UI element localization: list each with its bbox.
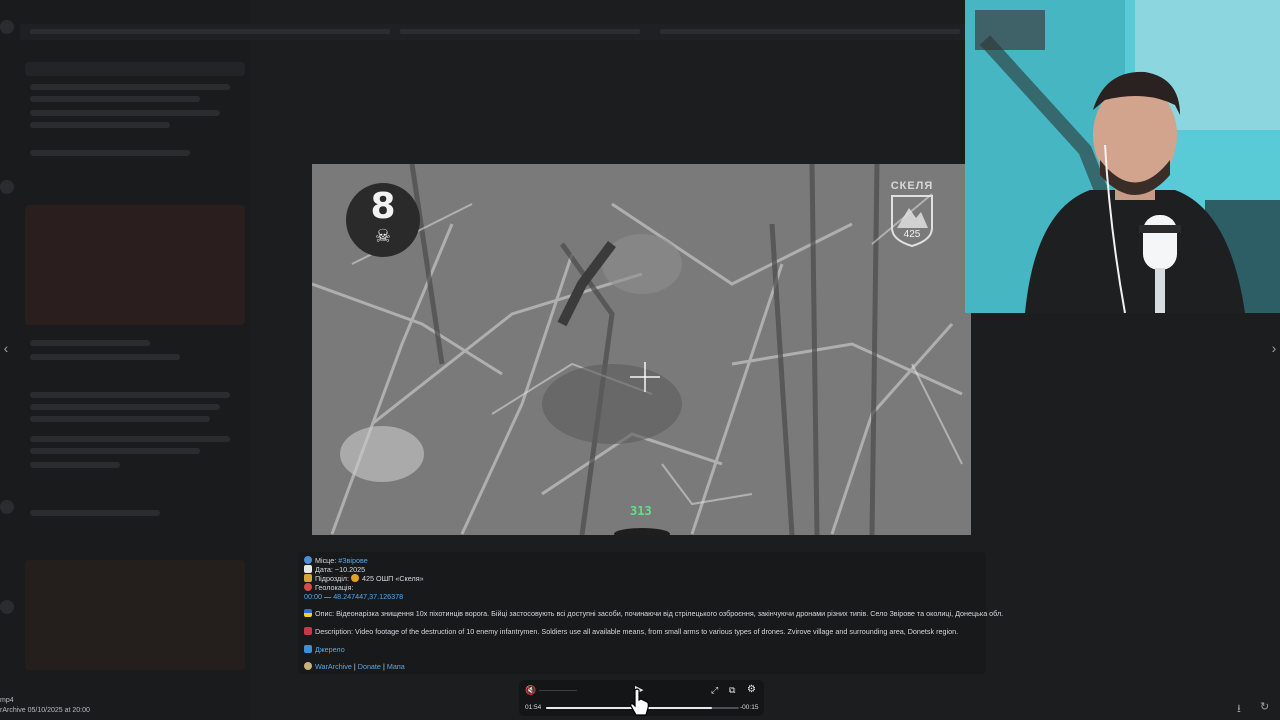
background-avatar xyxy=(0,600,14,614)
background-avatar xyxy=(0,180,14,194)
video-player-frame[interactable]: 8 ☠ СКЕЛЯ 425 313 xyxy=(312,164,971,535)
previous-media-arrow[interactable]: ‹ xyxy=(0,340,12,356)
download-icon[interactable]: ⭳ xyxy=(1237,700,1241,719)
background-line xyxy=(30,510,160,516)
hud-readout: 313 xyxy=(630,504,652,518)
crosshair-icon xyxy=(630,362,660,392)
channel-logo-icon xyxy=(304,662,312,670)
caption-geo-label: Геолокація: xyxy=(315,583,354,592)
caption-place-row: Місце: #Звірове xyxy=(304,556,368,565)
timestamp-link[interactable]: 00:00 xyxy=(304,592,322,601)
hand-pointer-cursor-icon xyxy=(630,688,649,716)
caption-date-value: ~10.2025 xyxy=(334,565,366,574)
background-line xyxy=(30,110,220,116)
caption-unit-row: Підрозділ: 425 ОШП «Скеля» xyxy=(304,574,424,583)
uk-flag-icon xyxy=(304,627,312,635)
caption-date-label: Дата: xyxy=(315,565,333,574)
background-line xyxy=(30,340,150,346)
caption-description: Description: Video footage of the destru… xyxy=(315,627,959,636)
calendar-icon xyxy=(304,565,312,573)
background-topbar xyxy=(20,24,970,40)
current-time: 01:54 xyxy=(525,704,542,711)
caption-geo-row: Геолокація: xyxy=(304,583,353,592)
remaining-time: -00:15 xyxy=(740,704,759,711)
background-line xyxy=(30,122,170,128)
caption-geo-sep: — xyxy=(324,592,332,601)
caption-opys: Опис: Відеонарізка знищення 10х піхотинц… xyxy=(315,609,1004,618)
next-media-arrow[interactable]: › xyxy=(1268,340,1280,356)
kill-count: 8 xyxy=(370,186,396,227)
background-avatar xyxy=(0,500,14,514)
background-line xyxy=(30,96,200,102)
kill-count-badge: 8 ☠ xyxy=(346,183,420,257)
unit-logo-code: 425 xyxy=(903,229,921,240)
caption-place-label: Місце: xyxy=(315,556,337,565)
background-line xyxy=(30,29,390,34)
caption-opys-row: Опис: Відеонарізка знищення 10х піхотинц… xyxy=(304,609,1003,618)
background-line xyxy=(30,404,220,410)
caption-unit-label: Підрозділ: xyxy=(315,574,349,583)
donate-link[interactable]: Donate xyxy=(358,662,381,671)
background-line xyxy=(30,436,230,442)
background-card xyxy=(25,62,245,76)
webcam-scene xyxy=(965,0,1280,313)
background-image-card xyxy=(25,560,245,670)
background-line xyxy=(30,416,210,422)
caption-date-row: Дата: ~10.2025 xyxy=(304,565,365,574)
background-line xyxy=(30,150,190,156)
footer-separator: | xyxy=(382,662,385,671)
unit-logo-name: СКЕЛЯ xyxy=(890,180,934,192)
file-info: mp4 rArchive 05/10/2025 at 20:00 xyxy=(0,696,90,716)
background-chat-list xyxy=(0,0,250,720)
background-line xyxy=(30,392,230,398)
media-caption-panel: Місце: #Звірове Дата: ~10.2025 Підрозділ… xyxy=(298,552,1003,674)
location-pin-icon xyxy=(304,583,312,591)
globe-icon xyxy=(304,556,312,564)
source-link[interactable]: Джерело xyxy=(315,645,345,654)
background-line xyxy=(30,462,120,468)
volume-slider[interactable] xyxy=(539,690,577,691)
caption-footer-row: WarArchive | Donate | Мапа xyxy=(304,662,405,671)
background-line xyxy=(30,84,230,90)
streamer-webcam xyxy=(965,0,1280,313)
footer-separator: | xyxy=(353,662,356,671)
caption-geo-link-row: 00:00 — 48.247447,37.126378 xyxy=(304,592,403,601)
picture-in-picture-icon[interactable]: ⧉ xyxy=(729,685,735,695)
unit-watermark-logo: СКЕЛЯ 425 xyxy=(883,180,941,248)
unit-emblem-icon xyxy=(351,574,359,582)
ukraine-flag-icon xyxy=(304,609,312,617)
background-line xyxy=(400,29,640,34)
wararchive-link[interactable]: WarArchive xyxy=(315,662,352,671)
caption-description-row: Description: Video footage of the destru… xyxy=(304,627,958,636)
caption-unit-value: 425 ОШП «Скеля» xyxy=(362,574,424,583)
file-extension: mp4 xyxy=(0,697,14,704)
background-line xyxy=(660,29,960,34)
file-meta: rArchive 05/10/2025 at 20:00 xyxy=(0,707,90,714)
coordinates-link[interactable]: 48.247447,37.126378 xyxy=(333,592,403,601)
info-icon xyxy=(304,645,312,653)
fullscreen-icon[interactable]: ⤢ xyxy=(711,685,718,695)
hashtag-link[interactable]: #Звірове xyxy=(338,556,367,565)
background-image-card xyxy=(25,205,245,325)
caption-source-row: Джерело xyxy=(304,645,345,654)
skull-crossbones-icon: ☠ xyxy=(374,226,392,246)
volume-muted-icon[interactable]: 🔇 xyxy=(525,685,536,695)
background-avatar xyxy=(0,20,14,34)
mountain-shield-icon: 425 xyxy=(889,194,935,248)
rotate-icon[interactable]: ↻ xyxy=(1260,700,1269,713)
map-link[interactable]: Мапа xyxy=(387,662,405,671)
background-line xyxy=(30,448,200,454)
settings-gear-icon[interactable]: ⚙ xyxy=(747,685,756,695)
medal-icon xyxy=(304,574,312,582)
background-line xyxy=(30,354,180,360)
